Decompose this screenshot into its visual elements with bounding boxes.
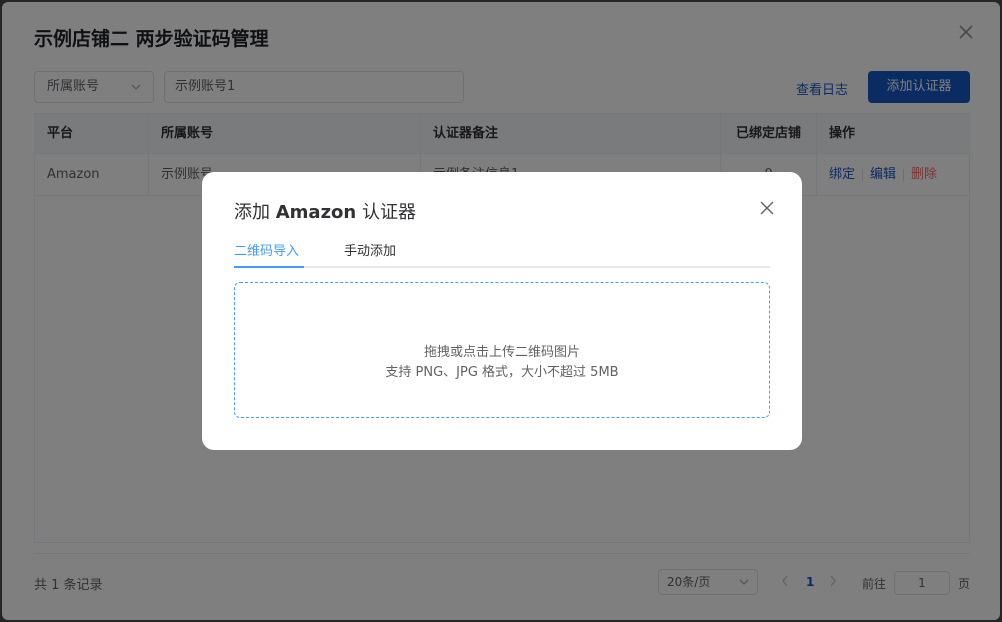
add-authenticator-modal: 添加 Amazon 认证器 二维码导入 手动添加 拖拽或点击上传二维码图片 支持… [202, 172, 802, 450]
close-icon[interactable] [760, 201, 774, 215]
active-tab-indicator [234, 266, 304, 268]
upload-format-hint: 支持 PNG、JPG 格式，大小不超过 5MB [385, 365, 619, 380]
upload-hint: 拖拽或点击上传二维码图片 [423, 345, 580, 360]
modal-title-prefix: 添加 [234, 202, 276, 223]
modal-tabs: 二维码导入 手动添加 [234, 238, 770, 268]
modal-title-brand: Amazon [275, 202, 357, 223]
modal-title: 添加 Amazon 认证器 [234, 198, 416, 224]
qr-upload-dropzone[interactable]: 拖拽或点击上传二维码图片 支持 PNG、JPG 格式，大小不超过 5MB [234, 282, 770, 418]
tab-qr-import[interactable]: 二维码导入 [234, 240, 299, 259]
modal-title-suffix: 认证器 [356, 202, 416, 223]
tab-manual-add[interactable]: 手动添加 [344, 240, 396, 259]
